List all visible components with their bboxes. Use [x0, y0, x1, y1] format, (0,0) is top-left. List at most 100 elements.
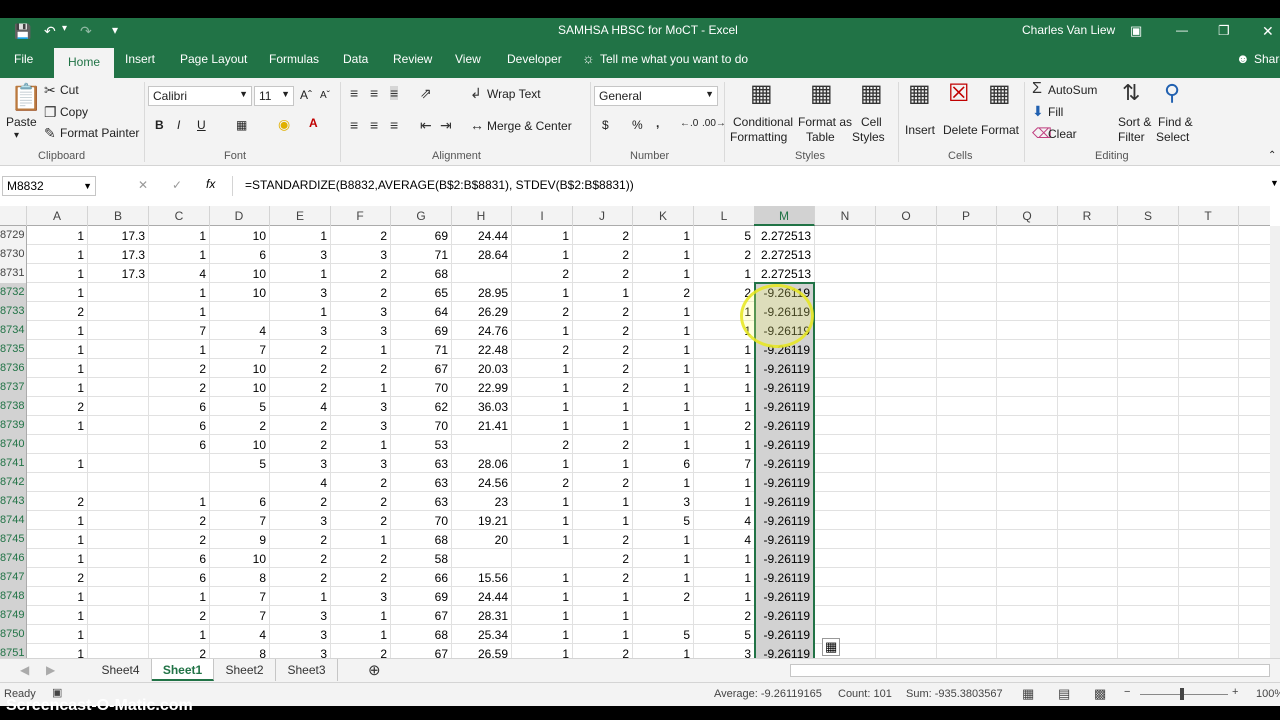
- cell-t[interactable]: [1178, 568, 1239, 587]
- column-header-f[interactable]: F: [330, 206, 391, 226]
- cell-c[interactable]: 2: [149, 530, 210, 549]
- cell-i[interactable]: 1: [512, 454, 573, 473]
- cell-l[interactable]: 1: [694, 568, 755, 587]
- cell-c[interactable]: 6: [149, 435, 210, 454]
- cell-r[interactable]: [1057, 321, 1118, 340]
- next-sheet-icon[interactable]: ▶: [46, 663, 55, 677]
- cell-t[interactable]: [1178, 530, 1239, 549]
- cell-h[interactable]: 25.34: [451, 625, 512, 644]
- cell-d[interactable]: 4: [209, 625, 270, 644]
- cell-d[interactable]: 5: [209, 397, 270, 416]
- cell-o[interactable]: [876, 264, 937, 283]
- cell-o[interactable]: [876, 321, 937, 340]
- format-cells-icon[interactable]: ▦: [988, 82, 1011, 106]
- cell-a[interactable]: 1: [27, 359, 88, 378]
- autosum-icon[interactable]: Σ: [1032, 81, 1042, 97]
- cell-d[interactable]: 6: [209, 492, 270, 511]
- cell-n[interactable]: [815, 321, 876, 340]
- cell-q[interactable]: [997, 549, 1058, 568]
- cell-o[interactable]: [876, 340, 937, 359]
- cell-e[interactable]: 3: [270, 454, 331, 473]
- cell-e[interactable]: 2: [270, 568, 331, 587]
- cell-i[interactable]: 2: [512, 435, 573, 454]
- column-header-l[interactable]: L: [694, 206, 755, 226]
- cell-styles-icon[interactable]: ▦: [860, 82, 883, 106]
- name-box[interactable]: M8832 ▼: [2, 176, 96, 196]
- cell-h[interactable]: 28.31: [451, 606, 512, 625]
- cell-g[interactable]: 71: [391, 245, 452, 264]
- cell-r[interactable]: [1057, 416, 1118, 435]
- cell-g[interactable]: 70: [391, 378, 452, 397]
- cell-i[interactable]: [512, 549, 573, 568]
- conditional-formatting-icon[interactable]: ▦: [750, 82, 773, 106]
- cell-d[interactable]: 5: [209, 454, 270, 473]
- cell-h[interactable]: 20: [451, 530, 512, 549]
- cell-s[interactable]: [1118, 226, 1179, 245]
- cell-i[interactable]: 1: [512, 283, 573, 302]
- cell-a[interactable]: 1: [27, 606, 88, 625]
- align-middle-icon[interactable]: ≡: [370, 86, 378, 100]
- cell-t[interactable]: [1178, 549, 1239, 568]
- cell-g[interactable]: 63: [391, 473, 452, 492]
- cell-m[interactable]: -9.26119: [754, 530, 815, 549]
- cell-q[interactable]: [997, 264, 1058, 283]
- cell-o[interactable]: [876, 416, 937, 435]
- cell-l[interactable]: 4: [694, 511, 755, 530]
- cell-n[interactable]: [815, 359, 876, 378]
- delete-cells-button[interactable]: Delete: [943, 123, 978, 137]
- cell-o[interactable]: [876, 511, 937, 530]
- cell-d[interactable]: [209, 302, 270, 321]
- cell-l[interactable]: 1: [694, 397, 755, 416]
- cell-j[interactable]: 1: [572, 283, 633, 302]
- expand-formula-icon[interactable]: ▼: [1270, 178, 1279, 188]
- cell-k[interactable]: 1: [633, 378, 694, 397]
- cell-p[interactable]: [936, 606, 997, 625]
- cell-b[interactable]: [88, 416, 149, 435]
- cell-s[interactable]: [1118, 283, 1179, 302]
- cell-h[interactable]: 21.41: [451, 416, 512, 435]
- find-select-icon[interactable]: ⚲: [1164, 82, 1180, 104]
- cell-p[interactable]: [936, 321, 997, 340]
- cell-i[interactable]: 1: [512, 492, 573, 511]
- cell-e[interactable]: 2: [270, 492, 331, 511]
- cell-o[interactable]: [876, 454, 937, 473]
- cell-f[interactable]: 2: [330, 492, 391, 511]
- cell-r[interactable]: [1057, 625, 1118, 644]
- cell-j[interactable]: 1: [572, 511, 633, 530]
- cell-h[interactable]: 28.06: [451, 454, 512, 473]
- cell-r[interactable]: [1057, 587, 1118, 606]
- cell-c[interactable]: [149, 454, 210, 473]
- cell-q[interactable]: [997, 587, 1058, 606]
- cell-j[interactable]: 1: [572, 625, 633, 644]
- cell-t[interactable]: [1178, 454, 1239, 473]
- increase-decimal-icon[interactable]: ←.0: [680, 118, 698, 129]
- cell-f[interactable]: 2: [330, 359, 391, 378]
- row-header[interactable]: 8730: [0, 245, 27, 264]
- row-header[interactable]: 8739: [0, 416, 27, 435]
- cell-h[interactable]: 24.76: [451, 321, 512, 340]
- cell-a[interactable]: 1: [27, 587, 88, 606]
- paste-icon[interactable]: 📋: [10, 84, 42, 110]
- cell-n[interactable]: [815, 606, 876, 625]
- cell-e[interactable]: 2: [270, 378, 331, 397]
- cell-n[interactable]: [815, 416, 876, 435]
- cell-l[interactable]: 1: [694, 473, 755, 492]
- italic-button[interactable]: I: [177, 118, 180, 132]
- align-bottom-icon[interactable]: ≡: [390, 86, 399, 100]
- vertical-scrollbar[interactable]: [1270, 226, 1280, 663]
- cell-d[interactable]: 10: [209, 283, 270, 302]
- cell-q[interactable]: [997, 302, 1058, 321]
- cell-b[interactable]: [88, 283, 149, 302]
- cell-i[interactable]: 1: [512, 321, 573, 340]
- cell-o[interactable]: [876, 492, 937, 511]
- cell-l[interactable]: 5: [694, 226, 755, 245]
- cell-q[interactable]: [997, 321, 1058, 340]
- cell-t[interactable]: [1178, 283, 1239, 302]
- cell-r[interactable]: [1057, 530, 1118, 549]
- column-header-n[interactable]: N: [815, 206, 876, 226]
- save-icon[interactable]: 💾: [14, 23, 31, 40]
- cell-s[interactable]: [1118, 397, 1179, 416]
- cell-l[interactable]: 4: [694, 530, 755, 549]
- cell-s[interactable]: [1118, 454, 1179, 473]
- cell-i[interactable]: 1: [512, 530, 573, 549]
